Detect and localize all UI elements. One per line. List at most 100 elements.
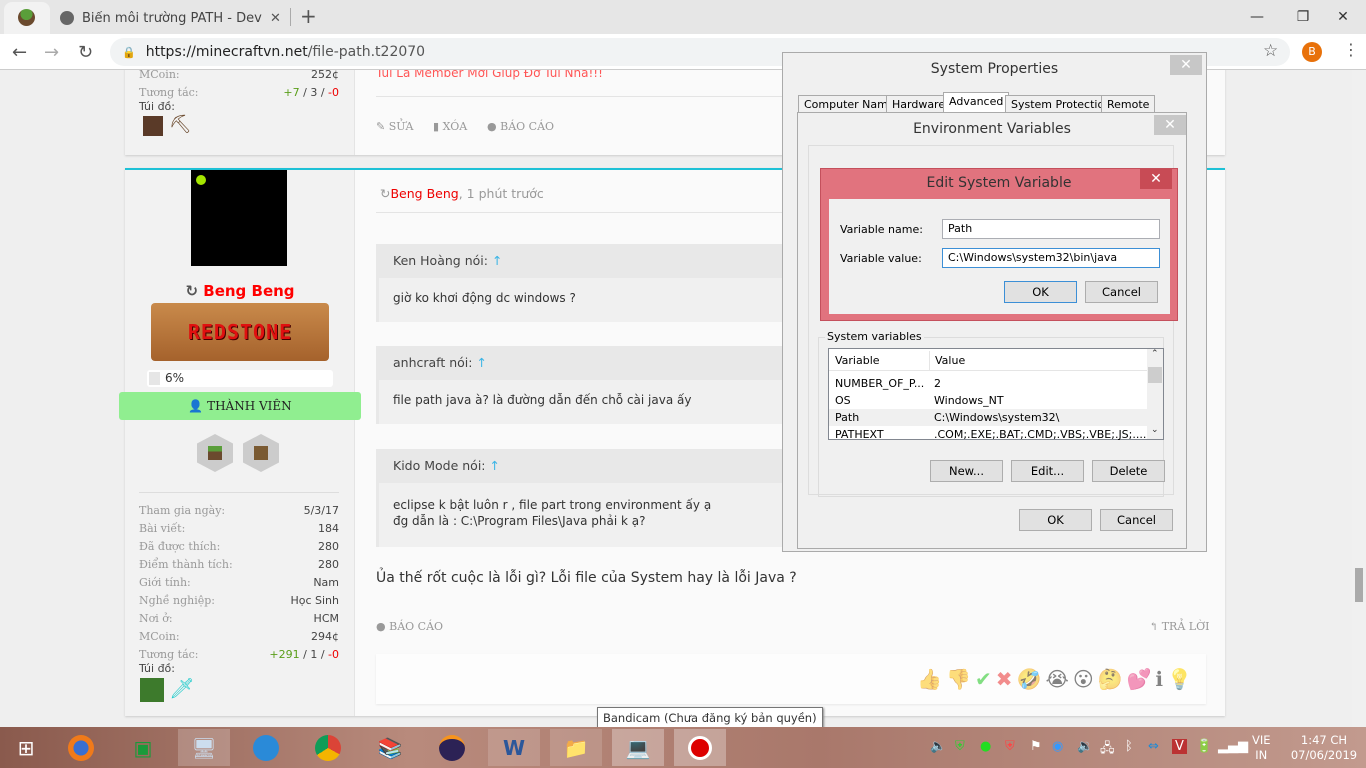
scroll-thumb[interactable]: [1148, 367, 1162, 383]
teamviewer-tray-icon[interactable]: ⇔: [1148, 739, 1159, 754]
edit-link[interactable]: ✎ SỬA: [376, 120, 413, 133]
new-button[interactable]: New...: [930, 460, 1003, 482]
bluetooth-tray-icon[interactable]: ᛒ: [1125, 739, 1133, 754]
reply-label: TRẢ LỜI: [1161, 620, 1210, 633]
list-item[interactable]: OS Windows_NT: [829, 392, 1147, 409]
laugh-reaction-icon[interactable]: 🤣: [1017, 667, 1042, 691]
taskbar: ⊞ ▣ 🖥 📚 W 📁 💻 🔈 ⛨ ● ⛨ ⚑ ◉ 🔉 🖧 ᛒ ⇔ V 🔋 ▂▄…: [0, 727, 1366, 768]
user-avatar[interactable]: [191, 170, 287, 266]
quote-block: anhcraft nói: ↑ file path java à? là đườn…: [376, 346, 796, 424]
green-dot-tray-icon[interactable]: ●: [980, 739, 991, 754]
app-taskbar-icon[interactable]: [240, 729, 292, 766]
file-explorer-taskbar-icon[interactable]: 📁: [550, 729, 602, 766]
wood-achievement-icon[interactable]: [243, 434, 279, 472]
agree-reaction-icon[interactable]: ✔: [975, 667, 992, 691]
variable-name: NUMBER_OF_P...: [835, 377, 925, 390]
network-tray-icon[interactable]: 🖧: [1100, 739, 1115, 761]
close-button[interactable]: ✕: [1170, 55, 1202, 75]
thinking-reaction-icon[interactable]: 🤔: [1098, 667, 1123, 691]
signal-tray-icon[interactable]: ▂▄▆: [1218, 739, 1248, 754]
close-tab-icon[interactable]: ✕: [270, 11, 281, 26]
love-reaction-icon[interactable]: 💕: [1127, 667, 1152, 691]
profile-avatar[interactable]: B: [1302, 42, 1322, 62]
report-link[interactable]: ● BÁO CÁO: [376, 620, 443, 633]
cancel-button[interactable]: Cancel: [1100, 509, 1173, 531]
list-item[interactable]: Path C:\Windows\system32\: [829, 409, 1147, 426]
jump-to-quote-icon[interactable]: ↑: [490, 458, 500, 473]
menu-icon[interactable]: ⋮: [1343, 40, 1359, 59]
bandicam-taskbar-icon[interactable]: [674, 729, 726, 766]
battery-tray-icon[interactable]: 🔋: [1196, 739, 1212, 754]
language-indicator[interactable]: VIE IN: [1252, 733, 1271, 763]
disagree-reaction-icon[interactable]: ✖: [996, 667, 1013, 691]
new-tab-button[interactable]: +: [300, 4, 317, 28]
chrome-taskbar-icon[interactable]: [302, 729, 354, 766]
speaker-tray-icon[interactable]: 🔉: [1077, 739, 1093, 754]
network-app-tray-icon[interactable]: ◉: [1052, 739, 1063, 754]
flag-tray-icon[interactable]: ⚑: [1030, 739, 1042, 754]
cancel-button[interactable]: Cancel: [1085, 281, 1158, 303]
bookmark-star-icon[interactable]: ☆: [1263, 41, 1278, 61]
post-author-link[interactable]: Beng Beng: [390, 186, 458, 201]
clock[interactable]: 1:47 CH 07/06/2019: [1282, 733, 1366, 763]
antivirus-tray-icon[interactable]: ⛨: [1005, 739, 1015, 754]
scroll-up-icon[interactable]: ⌃: [1151, 349, 1159, 359]
scroll-down-icon[interactable]: ⌄: [1151, 425, 1159, 435]
scrollbar-thumb[interactable]: [1355, 568, 1363, 602]
tab-minecraftvn[interactable]: [4, 2, 50, 34]
delete-link[interactable]: ▮ XÓA: [433, 120, 467, 133]
store-taskbar-icon[interactable]: ▣: [117, 729, 169, 766]
grass-achievement-icon[interactable]: [197, 434, 233, 472]
variable-value-input[interactable]: C:\Windows\system32\bin\java: [942, 248, 1160, 268]
jump-to-quote-icon[interactable]: ↑: [492, 253, 502, 268]
list-item[interactable]: NUMBER_OF_P... 2: [829, 375, 1147, 392]
winrar-taskbar-icon[interactable]: 📚: [364, 729, 416, 766]
close-button[interactable]: ✕: [1140, 169, 1172, 189]
reload-button[interactable]: ↻: [78, 42, 93, 63]
system-variables-list[interactable]: Variable Value NUMBER_OF_P... 2 OS Windows_…: [828, 348, 1164, 443]
variable-value: Windows_NT: [934, 394, 1004, 407]
dislike-reaction-icon[interactable]: 👎: [946, 667, 971, 691]
page-scrollbar[interactable]: [1352, 70, 1366, 727]
close-window-button[interactable]: ✕: [1320, 0, 1366, 34]
shield-tray-icon[interactable]: ⛨: [955, 739, 965, 754]
system-properties-taskbar-icon[interactable]: 💻: [612, 729, 664, 766]
stat-row: Bài viết: 184: [139, 522, 339, 540]
control-panel-taskbar-icon[interactable]: 🖥: [178, 729, 230, 766]
cry-reaction-icon[interactable]: 😭: [1045, 667, 1068, 691]
edit-button[interactable]: Edit...: [1011, 460, 1084, 482]
info-reaction-icon[interactable]: ℹ: [1155, 667, 1163, 691]
interact-neutral: / 3 /: [299, 86, 329, 99]
column-header-variable[interactable]: Variable: [835, 351, 880, 371]
interact-positive: +7: [283, 86, 300, 99]
eclipse-taskbar-icon[interactable]: [426, 729, 478, 766]
idea-reaction-icon[interactable]: 💡: [1167, 667, 1192, 691]
signature: Tui Là Member Mới Giúp Đỡ Tui Nha!!!: [376, 70, 603, 80]
back-button[interactable]: ←: [12, 42, 27, 63]
close-button[interactable]: ✕: [1154, 115, 1186, 135]
post-time: , 1 phút trước: [458, 186, 544, 201]
volume-warning-icon[interactable]: 🔈: [930, 739, 946, 754]
word-taskbar-icon[interactable]: W: [488, 729, 540, 766]
edit-label: SỬA: [388, 120, 414, 133]
variable-name-input[interactable]: Path: [942, 219, 1160, 239]
reply-link[interactable]: ↰ TRẢ LỜI: [1149, 620, 1209, 633]
ok-button[interactable]: OK: [1004, 281, 1077, 303]
firefox-taskbar-icon[interactable]: [55, 729, 107, 766]
forward-button[interactable]: →: [44, 42, 59, 63]
ok-button[interactable]: OK: [1019, 509, 1092, 531]
column-header-value[interactable]: Value: [929, 351, 965, 371]
report-link[interactable]: ● BÁO CÁO: [487, 120, 554, 133]
start-button[interactable]: ⊞: [0, 729, 52, 766]
tab-devnt[interactable]: Biến môi trường PATH - DevNT.c ✕: [52, 2, 290, 34]
list-item[interactable]: PATHEXT .COM;.EXE;.BAT;.CMD;.VBS;.VBE;.JS…: [829, 426, 1147, 443]
minimize-button[interactable]: —: [1234, 0, 1280, 34]
jump-to-quote-icon[interactable]: ↑: [476, 355, 486, 370]
list-scrollbar[interactable]: ⌃ ⌄: [1147, 349, 1163, 439]
wow-reaction-icon[interactable]: 😮: [1073, 667, 1094, 691]
username[interactable]: ↻ Beng Beng: [125, 282, 355, 300]
like-reaction-icon[interactable]: 👍: [917, 667, 942, 691]
tab-divider: [290, 8, 291, 26]
delete-button[interactable]: Delete: [1092, 460, 1165, 482]
v-tray-icon[interactable]: V: [1172, 739, 1187, 754]
